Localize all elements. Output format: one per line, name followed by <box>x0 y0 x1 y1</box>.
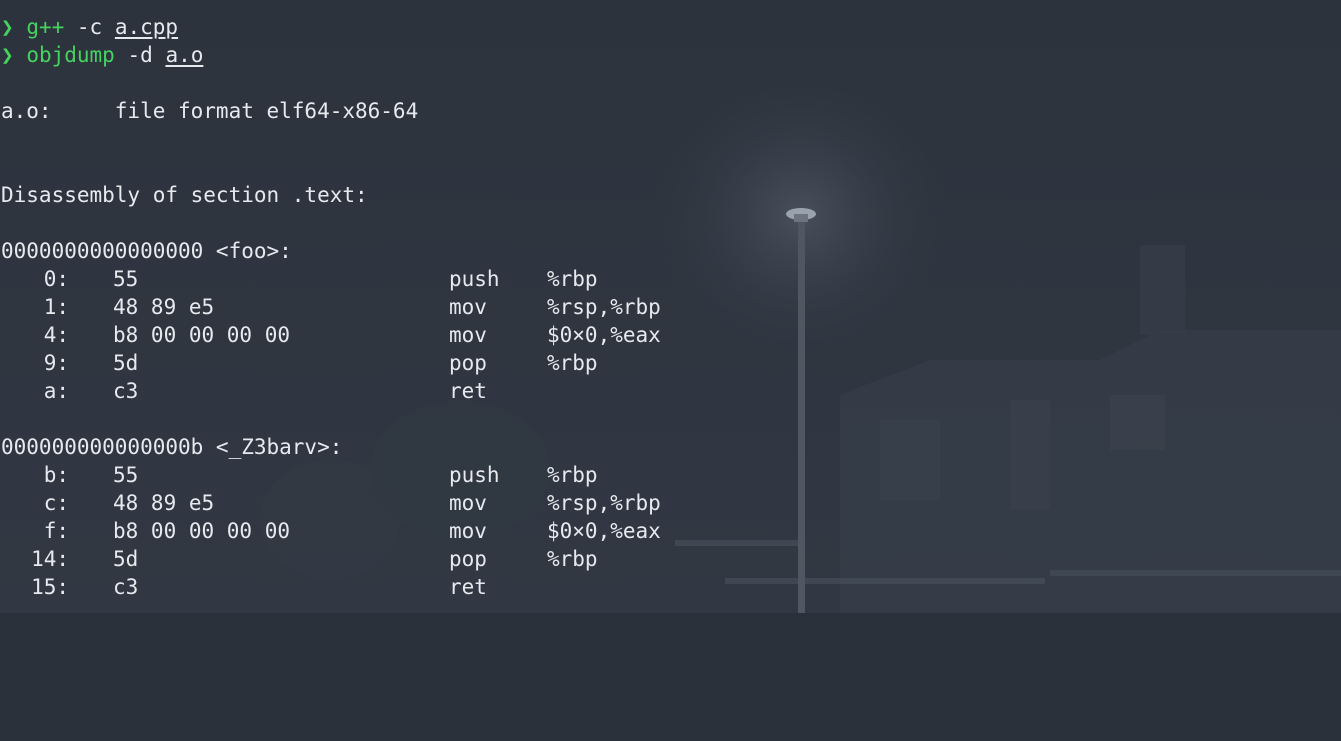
instruction-operands: %rbp <box>547 267 598 291</box>
instruction-bytes: c3 <box>113 575 139 599</box>
instruction-bytes: 5d <box>113 547 139 571</box>
command-line-compile: ❯ g++ -c a.cpp <box>1 13 178 41</box>
function-header: 0000000000000000 <foo>: <box>1 239 292 263</box>
command-flag: -c <box>76 15 103 39</box>
command-name: objdump <box>26 43 115 67</box>
instruction-operands: %rbp <box>547 351 598 375</box>
section-header: Disassembly of section .text: <box>1 183 368 207</box>
instruction-opcode: mov <box>449 323 487 347</box>
instruction-offset: 15: <box>31 575 69 599</box>
instruction-opcode: ret <box>449 379 487 403</box>
instruction-row: 0: 55 push %rbp <box>1 265 701 293</box>
instruction-operands: $0×0,%eax <box>547 519 661 543</box>
instruction-opcode: mov <box>449 519 487 543</box>
instruction-row: 1: 48 89 e5 mov %rsp,%rbp <box>1 293 701 321</box>
instruction-offset: 4: <box>43 323 69 347</box>
instruction-bytes: c3 <box>113 379 139 403</box>
command-path[interactable]: a.cpp <box>115 15 178 39</box>
file-format-line: a.o: file format elf64-x86-64 <box>1 99 419 123</box>
instruction-row: a: c3 ret <box>1 377 701 405</box>
instruction-bytes: 48 89 e5 <box>113 295 215 319</box>
instruction-bytes: b8 00 00 00 00 <box>113 519 291 543</box>
instruction-row: 15: c3 ret <box>1 573 701 601</box>
instruction-row: 4: b8 00 00 00 00 mov $0×0,%eax <box>1 321 701 349</box>
command-path[interactable]: a.o <box>165 43 203 67</box>
instruction-operands: %rbp <box>547 547 598 571</box>
instruction-offset: a: <box>43 379 69 403</box>
prompt-chevron-icon: ❯ <box>1 43 14 67</box>
instruction-opcode: mov <box>449 491 487 515</box>
instruction-row: 14: 5d pop %rbp <box>1 545 701 573</box>
instruction-opcode: push <box>449 463 500 487</box>
instruction-bytes: 48 89 e5 <box>113 491 215 515</box>
prompt-chevron-icon: ❯ <box>1 15 14 39</box>
instruction-offset: 1: <box>43 295 69 319</box>
command-name: g++ <box>26 15 65 39</box>
terminal-output[interactable]: ❯ g++ -c a.cpp ❯ objdump -d a.o a.o: fil… <box>0 0 1341 613</box>
instruction-opcode: ret <box>449 575 487 599</box>
instruction-opcode: mov <box>449 295 487 319</box>
instruction-offset: f: <box>43 519 69 543</box>
function-header: 000000000000000b <_Z3barv>: <box>1 435 343 459</box>
instruction-operands: %rbp <box>547 463 598 487</box>
instruction-opcode: pop <box>449 547 487 571</box>
instruction-offset: c: <box>43 491 69 515</box>
instruction-row: f: b8 00 00 00 00 mov $0×0,%eax <box>1 517 701 545</box>
instruction-opcode: push <box>449 267 500 291</box>
instruction-operands: $0×0,%eax <box>547 323 661 347</box>
instruction-row: 9: 5d pop %rbp <box>1 349 701 377</box>
instruction-operands: %rsp,%rbp <box>547 491 661 515</box>
command-flag: -d <box>127 43 153 67</box>
instruction-opcode: pop <box>449 351 487 375</box>
instruction-bytes: 5d <box>113 351 139 375</box>
instruction-bytes: 55 <box>113 463 139 487</box>
instruction-offset: 0: <box>43 267 69 291</box>
instruction-bytes: b8 00 00 00 00 <box>113 323 291 347</box>
instruction-bytes: 55 <box>113 267 139 291</box>
command-line-objdump: ❯ objdump -d a.o <box>1 41 203 69</box>
instruction-operands: %rsp,%rbp <box>547 295 661 319</box>
instruction-offset: 9: <box>43 351 69 375</box>
instruction-row: c: 48 89 e5 mov %rsp,%rbp <box>1 489 701 517</box>
instruction-offset: 14: <box>31 547 69 571</box>
instruction-offset: b: <box>43 463 69 487</box>
instruction-row: b: 55 push %rbp <box>1 461 701 489</box>
